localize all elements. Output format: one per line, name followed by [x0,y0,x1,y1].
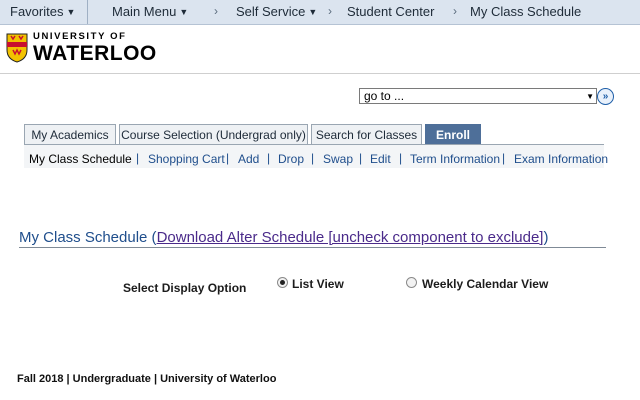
tab-my-academics[interactable]: My Academics [24,124,116,144]
subnav-swap[interactable]: Swap [323,152,353,166]
subnav-separator: | [311,151,315,165]
goto-value: go to ... [364,89,405,103]
main-menu-label: Main Menu [112,4,177,19]
subnav-shopping-cart[interactable]: Shopping Cart [148,152,225,166]
subnav-separator: | [226,151,230,165]
self-service-menu[interactable]: Self Service ▼ [236,4,317,19]
breadcrumb-student-center[interactable]: Student Center [347,4,434,19]
display-option-label: Select Display Option [123,281,247,295]
weekly-calendar-view-label[interactable]: Weekly Calendar View [422,277,548,291]
tab-enroll[interactable]: Enroll [425,124,481,144]
subnav-separator: | [502,151,506,165]
caret-down-icon: ▼ [66,7,76,17]
subnav-separator: | [359,151,363,165]
subnav-separator: | [136,151,140,165]
subnav-separator: | [267,151,271,165]
weekly-calendar-view-radio[interactable] [406,277,417,288]
page-title-text: My Class Schedule ( [19,229,157,246]
dropdown-arrow-icon: ▼ [586,92,594,101]
logo-waterloo: WATERLOO [33,41,157,65]
go-button[interactable]: » [597,88,614,105]
chevron-right-icon: › [328,4,332,18]
logo-university-of: UNIVERSITY OF [33,31,127,42]
subnav-separator: | [399,151,403,165]
university-logo: UNIVERSITY OF WATERLOO [33,32,157,64]
term-footer: Fall 2018 | Undergraduate | University o… [17,373,277,385]
goto-select[interactable]: go to ... ▼ [359,88,597,104]
self-service-label: Self Service [236,4,306,19]
list-view-radio[interactable] [277,277,288,288]
tab-search-for-classes[interactable]: Search for Classes [311,124,422,144]
page-title-close: ) [543,229,549,246]
subnav-edit[interactable]: Edit [370,152,391,166]
header-divider [0,73,640,74]
subnav-add[interactable]: Add [238,152,259,166]
favorites-menu[interactable]: Favorites ▼ [10,4,75,19]
favorites-label: Favorites [10,4,64,19]
chevron-right-icon: › [453,4,457,18]
divider [87,0,88,24]
chevron-right-icon: › [214,4,218,18]
waterloo-crest-icon [6,33,28,63]
breadcrumb-bar: Favorites ▼ Main Menu ▼ › Self Service ▼ › … [0,0,640,25]
subnav-exam-information[interactable]: Exam Information [514,152,608,166]
page-title: My Class Schedule (Download Alter Schedu… [19,229,548,246]
list-view-label[interactable]: List View [292,277,344,291]
caret-down-icon: ▼ [308,7,318,17]
caret-down-icon: ▼ [179,7,189,17]
breadcrumb-my-class-schedule[interactable]: My Class Schedule [470,4,581,19]
main-menu[interactable]: Main Menu ▼ [112,4,188,19]
download-schedule-link[interactable]: Download Alter Schedule [uncheck compone… [157,229,544,246]
tab-course-selection[interactable]: Course Selection (Undergrad only) [119,124,308,144]
title-divider [19,247,606,248]
subnav-my-class-schedule[interactable]: My Class Schedule [29,152,132,166]
subnav-drop[interactable]: Drop [278,152,304,166]
subnav-term-information[interactable]: Term Information [410,152,500,166]
